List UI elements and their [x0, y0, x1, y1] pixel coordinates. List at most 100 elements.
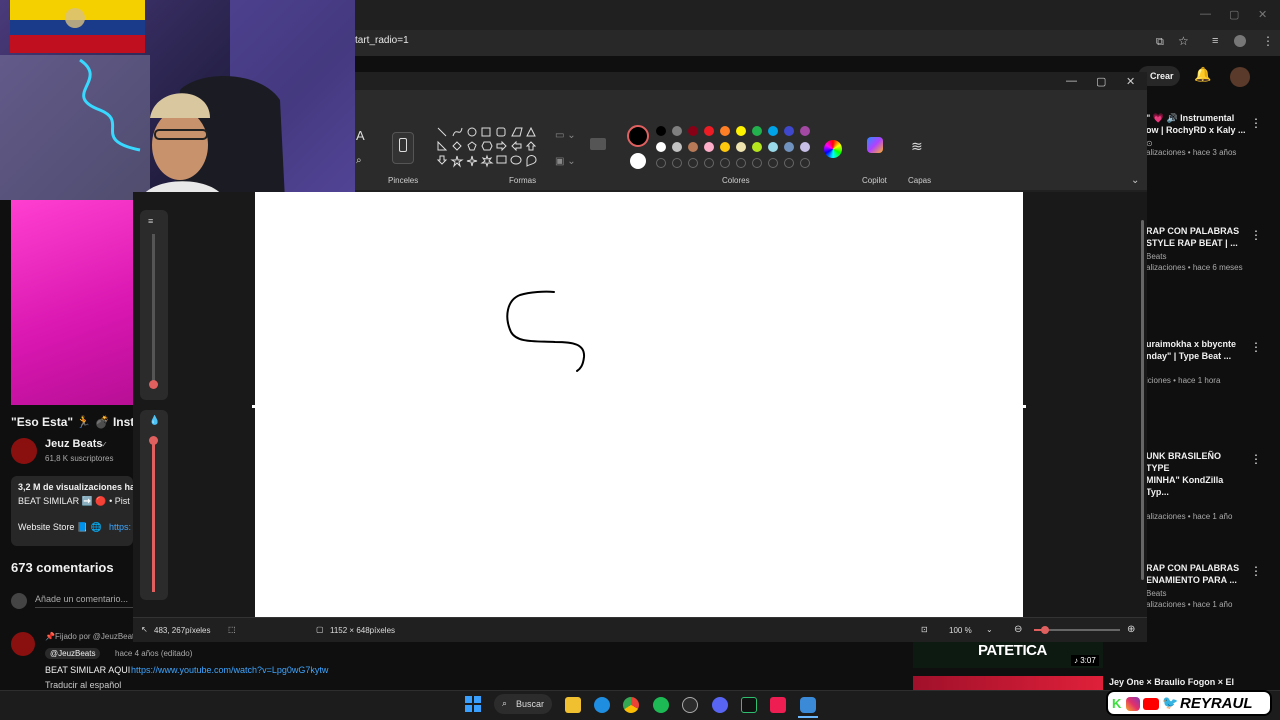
color-swatch[interactable]: [784, 142, 794, 152]
color-swatch[interactable]: [800, 142, 810, 152]
color-swatch[interactable]: [704, 126, 714, 136]
fit-screen-icon[interactable]: ⊡: [921, 625, 928, 634]
sidebar-video-5[interactable]: RAP CON PALABRAS ENAMIENTO PARA ... Beat…: [1146, 562, 1246, 609]
custom-color-slot[interactable]: [800, 158, 810, 168]
color-swatch[interactable]: [688, 126, 698, 136]
color-swatch[interactable]: [752, 126, 762, 136]
taskbar-search[interactable]: ⌕ Buscar: [494, 694, 552, 714]
minimize-icon[interactable]: —: [1200, 8, 1211, 20]
shapes-gallery[interactable]: [436, 126, 541, 174]
thumbnail-next[interactable]: [913, 676, 1103, 690]
video-player[interactable]: [11, 200, 136, 405]
windows-start-icon[interactable]: [465, 696, 481, 712]
comment-author[interactable]: @JeuzBeats: [45, 648, 101, 659]
color-swatch[interactable]: [720, 142, 730, 152]
layers-icon[interactable]: ≋: [911, 138, 923, 155]
custom-color-slot[interactable]: [656, 158, 666, 168]
custom-color-slot[interactable]: [768, 158, 778, 168]
custom-color-slot[interactable]: [720, 158, 730, 168]
color-swatch[interactable]: [720, 126, 730, 136]
color-swatch[interactable]: [736, 126, 746, 136]
custom-color-slot[interactable]: [784, 158, 794, 168]
zoom-out-icon[interactable]: ⊖: [1014, 624, 1022, 635]
paint-close-icon[interactable]: ✕: [1126, 75, 1135, 88]
zoom-in-icon[interactable]: ⊕: [1127, 624, 1135, 635]
canvas-resize-handle-left[interactable]: [252, 405, 255, 408]
custom-color-slot[interactable]: [736, 158, 746, 168]
custom-color-slot[interactable]: [688, 158, 698, 168]
color-swatch[interactable]: [768, 126, 778, 136]
chevron-down-icon[interactable]: ⌄: [1131, 175, 1139, 186]
canvas-resize-handle-right[interactable]: [1023, 405, 1026, 408]
edge-icon[interactable]: [594, 697, 610, 713]
fill-icon[interactable]: ▣ ⌄: [555, 156, 576, 167]
zoom-slider-thumb[interactable]: [1041, 626, 1049, 634]
url-text[interactable]: tart_radio=1: [355, 35, 409, 46]
canvas-vertical-scrollbar[interactable]: [1139, 195, 1145, 615]
color-swatch[interactable]: [784, 126, 794, 136]
sidebar-video-2[interactable]: RAP CON PALABRAS STYLE RAP BEAT | ... Be…: [1146, 225, 1246, 272]
sidebar-video-4[interactable]: UNK BRASILEÑO TYPE MINHA" KondZilla Typ.…: [1146, 450, 1246, 521]
color-swatch[interactable]: [768, 142, 778, 152]
color-swatch[interactable]: [736, 142, 746, 152]
sidebar-video-3[interactable]: uraimokha x bbycnte nday" | Type Beat ..…: [1146, 338, 1246, 385]
magnifier-icon[interactable]: ⌕: [356, 155, 362, 166]
opacity-slider-thumb[interactable]: [149, 436, 158, 445]
copilot-icon[interactable]: [867, 137, 883, 153]
brushes-button[interactable]: [392, 132, 414, 164]
size-slider-thumb[interactable]: [149, 380, 158, 389]
close-icon[interactable]: ✕: [1258, 8, 1267, 21]
browser-menu-icon[interactable]: ⋮: [1262, 34, 1274, 48]
add-comment-input[interactable]: Añade un comentario...: [35, 594, 133, 608]
zoom-dropdown-icon[interactable]: ⌄: [986, 625, 993, 634]
custom-color-slot[interactable]: [672, 158, 682, 168]
obs-icon[interactable]: [682, 697, 698, 713]
translate-link[interactable]: Traducir al español: [45, 680, 121, 690]
maximize-icon[interactable]: ▢: [1229, 8, 1239, 21]
tiktok-icon[interactable]: [770, 697, 786, 713]
sidebar-video-1[interactable]: " 💗 🔊 Instrumental ow | RochyRD x Kaly .…: [1146, 112, 1246, 157]
outline-icon[interactable]: ▭ ⌄: [555, 130, 576, 141]
color-swatch[interactable]: [672, 126, 682, 136]
description-link[interactable]: https:: [109, 522, 131, 532]
scrollbar-thumb[interactable]: [1141, 220, 1144, 580]
paint-maximize-icon[interactable]: ▢: [1096, 75, 1106, 88]
discord-icon[interactable]: [712, 697, 728, 713]
comment-link[interactable]: https://www.youtube.com/watch?v=Lpg0wG7k…: [131, 665, 328, 675]
drawing-canvas[interactable]: [255, 192, 1023, 617]
secondary-color[interactable]: [630, 153, 646, 169]
thumbnail-patetica[interactable]: PATETICA ♪ 3:07: [913, 640, 1103, 668]
paint-minimize-icon[interactable]: —: [1066, 75, 1077, 87]
install-icon[interactable]: ⧉: [1156, 36, 1164, 49]
next-video-title[interactable]: Jey One × Braulio Fogon × El: [1109, 676, 1234, 688]
account-avatar[interactable]: [1230, 67, 1250, 87]
more-options-icon[interactable]: ⋮: [1250, 228, 1262, 242]
chrome-icon[interactable]: [623, 697, 639, 713]
size-slider-track[interactable]: [152, 234, 155, 384]
bookmark-star-icon[interactable]: ☆: [1178, 34, 1189, 48]
edit-colors-icon[interactable]: [824, 140, 842, 158]
zoom-level[interactable]: 100 %: [949, 626, 972, 635]
channel-name[interactable]: Jeuz Beats: [45, 438, 102, 450]
color-swatch[interactable]: [656, 142, 666, 152]
playlist-icon[interactable]: ≡: [1212, 35, 1218, 47]
more-options-icon[interactable]: ⋮: [1250, 116, 1262, 130]
commenter-avatar[interactable]: [11, 632, 35, 656]
terminal-icon[interactable]: [741, 697, 757, 713]
color-swatch[interactable]: [752, 142, 762, 152]
profile-avatar[interactable]: [1234, 35, 1246, 47]
spotify-icon[interactable]: [653, 697, 669, 713]
paint-taskbar-icon[interactable]: [800, 697, 816, 713]
color-swatch[interactable]: [672, 142, 682, 152]
notifications-bell-icon[interactable]: 🔔: [1194, 66, 1211, 83]
more-options-icon[interactable]: ⋮: [1250, 564, 1262, 578]
color-swatch[interactable]: [800, 126, 810, 136]
more-options-icon[interactable]: ⋮: [1250, 340, 1262, 354]
channel-avatar[interactable]: [11, 438, 37, 464]
size-icon[interactable]: [590, 138, 606, 150]
primary-color[interactable]: [627, 125, 649, 147]
color-swatch[interactable]: [688, 142, 698, 152]
opacity-slider-track[interactable]: [152, 442, 155, 592]
file-explorer-icon[interactable]: [565, 697, 581, 713]
address-bar[interactable]: [355, 30, 1280, 56]
